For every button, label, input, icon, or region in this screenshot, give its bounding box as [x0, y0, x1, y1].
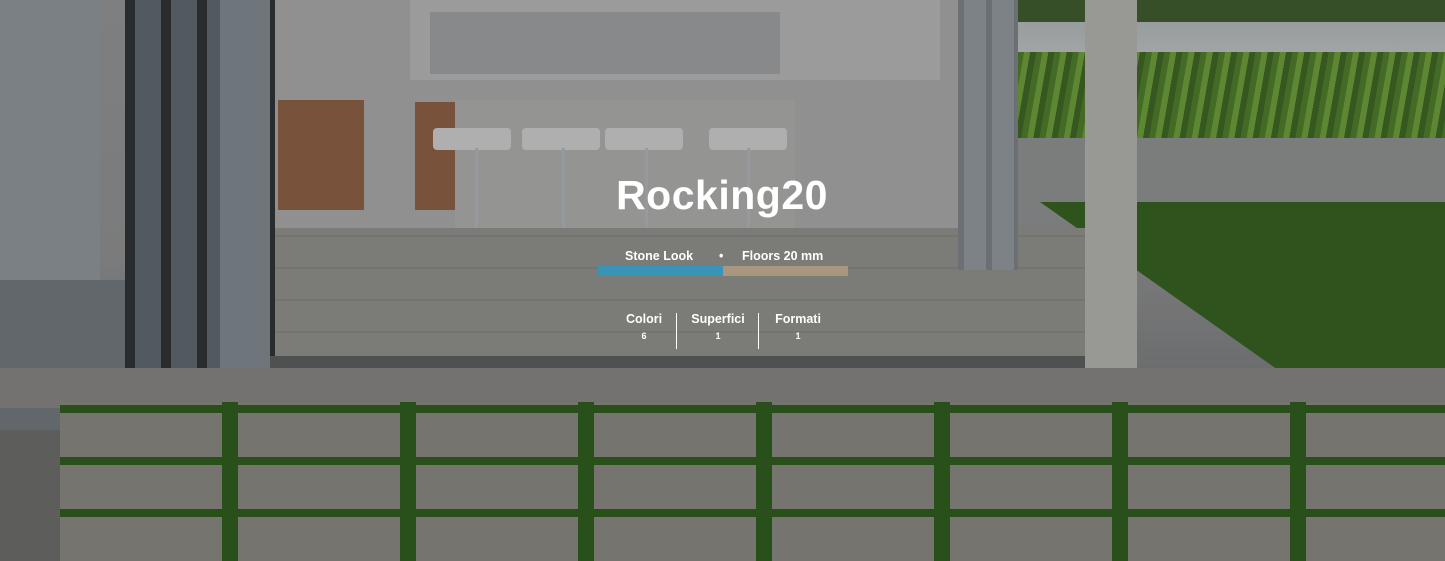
product-stats: Colori 6 Superfici 1 Formati 1 [612, 312, 836, 350]
stat-formati: Formati 1 [760, 312, 836, 341]
hero-banner: Rocking20 Stone Look • Floors 20 mm Colo… [0, 0, 1445, 561]
tag-color-bar-floors [723, 266, 848, 276]
stat-value: 1 [795, 331, 801, 341]
product-tags: Stone Look • Floors 20 mm [598, 249, 848, 279]
stat-divider [676, 313, 677, 349]
tag-floors-20mm: Floors 20 mm [742, 249, 824, 263]
stat-label: Formati [775, 312, 821, 326]
stat-value: 6 [641, 331, 647, 341]
tag-separator: • [719, 249, 724, 263]
product-title: Rocking20 [616, 172, 828, 218]
tag-color-bar-stone-look [598, 266, 723, 276]
tag-stone-look: Stone Look [625, 249, 694, 263]
stat-divider [758, 313, 759, 349]
stat-value: 1 [715, 331, 721, 341]
hero-content: Rocking20 Stone Look • Floors 20 mm Colo… [0, 0, 1445, 561]
stat-superfici: Superfici 1 [678, 312, 758, 341]
stat-colori: Colori 6 [612, 312, 676, 341]
stat-label: Superfici [691, 312, 745, 326]
stat-label: Colori [625, 312, 663, 326]
